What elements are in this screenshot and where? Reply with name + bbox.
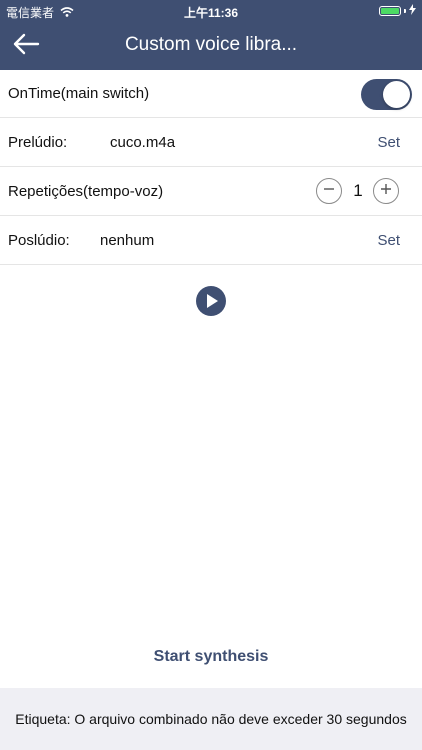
minus-icon [322, 182, 336, 200]
repetitions-label: Repetições(tempo-voz) [8, 183, 164, 200]
charging-bolt-icon [409, 4, 416, 18]
prelude-value: cuco.m4a [110, 134, 176, 151]
decrement-button[interactable] [316, 178, 342, 204]
footer-note-area: Etiqueta: O arquivo combinado não deve e… [0, 688, 422, 750]
page-title: Custom voice libra... [124, 34, 298, 55]
postlude-row: Poslúdio: nenhum Set [0, 217, 422, 265]
toggle-knob [383, 81, 410, 108]
play-button[interactable] [196, 286, 226, 316]
footer-note: Etiqueta: O arquivo combinado não deve e… [15, 711, 407, 727]
main-switch-toggle[interactable] [361, 79, 412, 110]
status-bar: 電信業者 上午11:36 [0, 0, 422, 22]
prelude-label: Prelúdio: [8, 134, 68, 151]
prelude-set-button[interactable]: Set [377, 134, 400, 151]
battery-tip [404, 9, 406, 13]
postlude-set-button[interactable]: Set [377, 232, 400, 249]
start-synthesis-button[interactable]: Start synthesis [0, 648, 422, 678]
nav-bar: Custom voice libra... [0, 22, 422, 70]
play-icon [196, 286, 226, 320]
repetitions-row: Repetições(tempo-voz) 1 [0, 168, 422, 216]
battery-body [379, 6, 401, 16]
main-switch-row: OnTime(main switch) [0, 70, 422, 118]
increment-button[interactable] [373, 178, 399, 204]
status-time: 上午11:36 [183, 6, 239, 20]
main-switch-label: OnTime(main switch) [8, 85, 150, 102]
repetitions-value: 1 [353, 181, 363, 200]
battery-fill [381, 8, 399, 14]
prelude-row: Prelúdio: cuco.m4a Set [0, 119, 422, 167]
postlude-value: nenhum [100, 232, 155, 249]
postlude-label: Poslúdio: [8, 232, 70, 249]
plus-icon [379, 182, 393, 200]
battery-icon [379, 4, 416, 18]
